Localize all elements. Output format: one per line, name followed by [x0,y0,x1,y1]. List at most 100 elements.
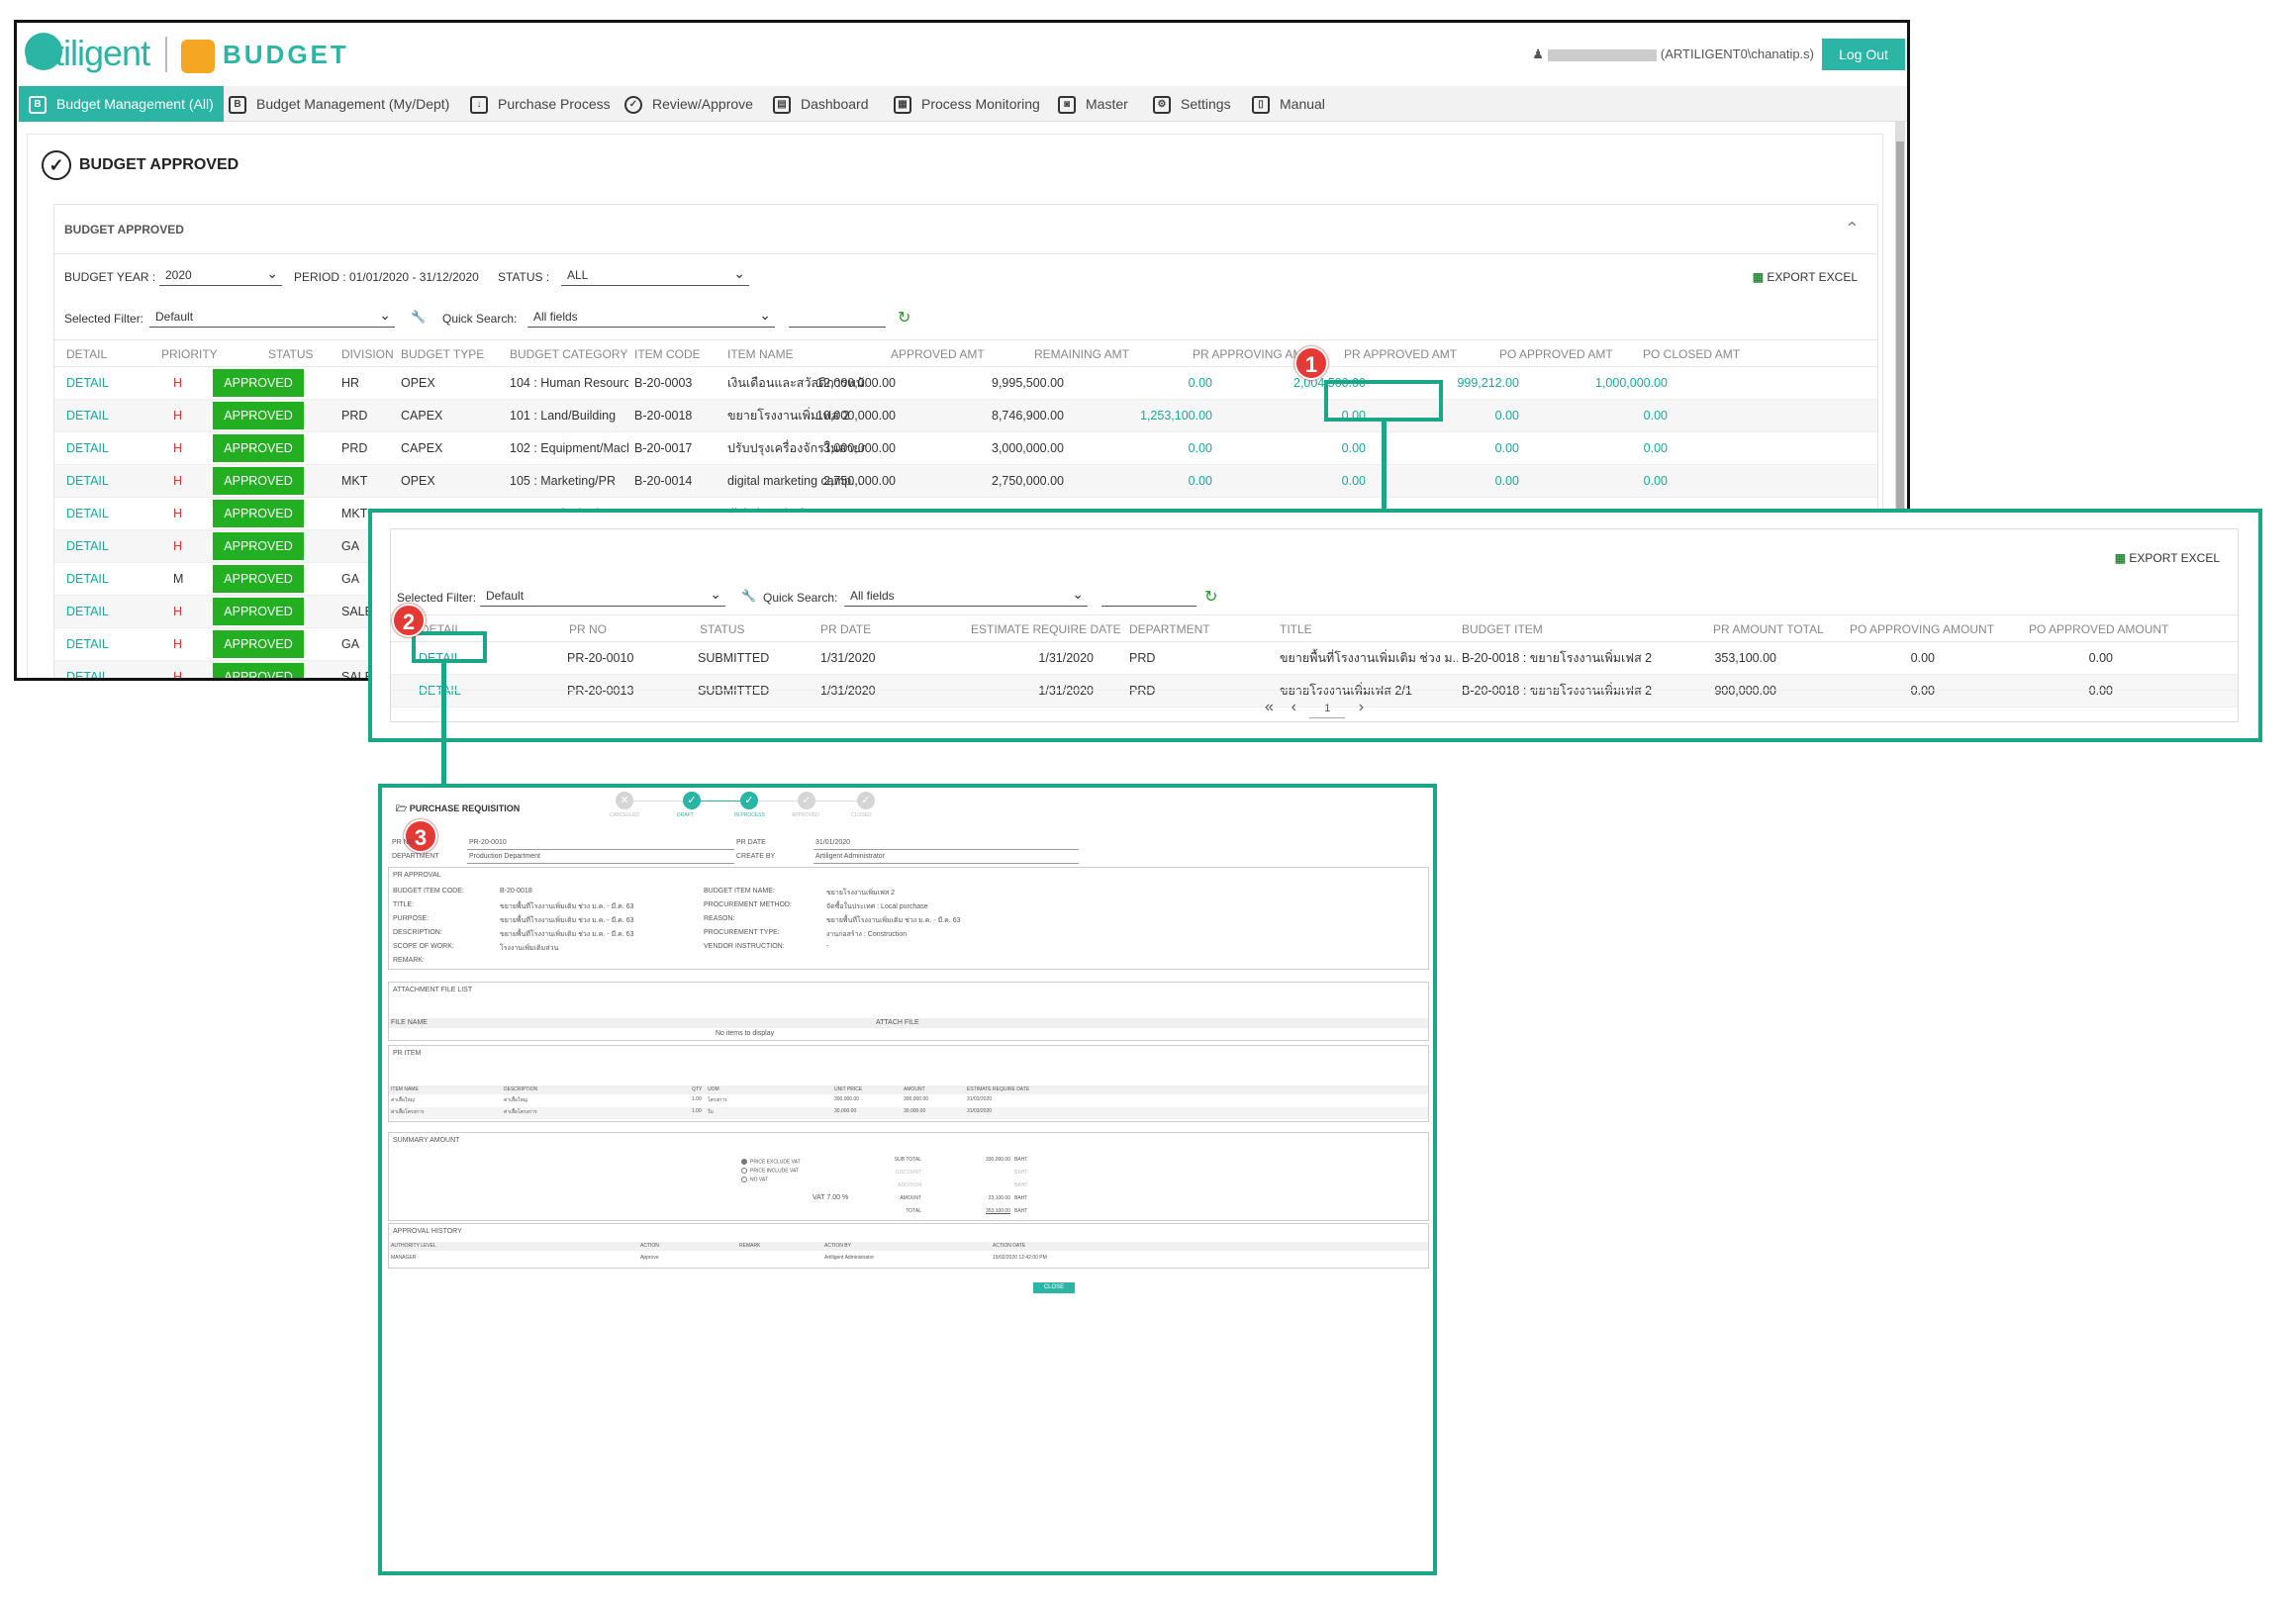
detail-link[interactable]: DETAIL [66,498,126,530]
budget-logo: BUDGET [181,37,349,74]
amount-link[interactable]: 0.00 [1247,465,1366,498]
pr-col-pr-date: PR DATE [820,622,872,636]
nav-manual[interactable]: ▯ Manual [1252,86,1325,122]
cell: B-20-0017 [634,441,693,455]
wrench-icon[interactable]: 🔧 [741,589,756,603]
excel-icon: ▦ [2114,551,2127,565]
budget-col-pr-approving-amt: PR APPROVING AMT [1193,347,1310,361]
summary-unit: BAHT [1014,1182,1028,1188]
first-page-icon[interactable]: « [1265,699,1274,715]
detail-link[interactable]: DETAIL [66,530,126,563]
amount-link[interactable]: 0.00 [1094,465,1212,498]
priority-cell: H [173,376,183,390]
pr-item-col: UOM [708,1086,719,1092]
next-page-icon[interactable]: › [1359,699,1364,715]
info-label: REMARK: [393,957,425,964]
nav-master[interactable]: ◙ Master [1058,86,1128,122]
status-badge: APPROVED [213,369,304,397]
amount-link[interactable]: 0.00 [1094,432,1212,465]
amount-link[interactable]: 1,000,000.00 [1549,367,1668,400]
info-label: REASON: [704,915,735,922]
amount-link[interactable]: 0.00 [1247,432,1366,465]
detail-link[interactable]: DETAIL [66,563,126,596]
nav-process-monitoring[interactable]: ▦ Process Monitoring [894,86,1040,122]
info-value: ขยายพื้นที่โรงงานเพิ่มเติม ช่วง ม.ค. - ม… [500,931,634,938]
page-number-input[interactable]: 1 [1309,700,1346,718]
status-select[interactable]: ALL ⌄ [561,265,749,286]
pr-export-excel-button[interactable]: ▦ EXPORT EXCEL [2115,551,2220,565]
detail-link[interactable]: DETAIL [66,596,126,628]
excel-icon: ▦ [1752,270,1765,284]
status-badge: APPROVED [213,565,304,593]
vat-option-radio[interactable]: PRICE EXCLUDE VAT [741,1159,801,1165]
amount-link[interactable]: 0.00 [1549,465,1668,498]
refresh-icon[interactable]: ↻ [1204,587,1217,607]
approval-history-title: APPROVAL HISTORY [393,1228,462,1235]
amount-link[interactable]: 0.00 [1549,432,1668,465]
pr-col-pr-no: PR NO [569,622,608,636]
pr-quick-search-field-select[interactable]: All fields ⌄ [844,586,1088,607]
amount-link[interactable]: 1,253,100.00 [1094,400,1212,432]
info-value: B-20-0018 [500,888,532,895]
cell: OPEX [401,376,435,390]
detail-link[interactable]: DETAIL [66,628,126,661]
department-value: Production Department [469,853,540,860]
amount-link[interactable]: 0.00 [1094,367,1212,400]
priority-cell: H [173,605,183,618]
detail-link[interactable]: DETAIL [66,367,126,400]
attach-col-file-name: FILE NAME [391,1019,428,1026]
page-title: ✓ BUDGET APPROVED [42,150,239,180]
nav-dashboard[interactable]: ▤ Dashboard [773,86,869,122]
cell: PR-20-0010 [567,651,634,665]
nav-budget-management-all[interactable]: B Budget Management (All) [19,86,224,122]
export-excel-button[interactable]: ▦ EXPORT EXCEL [1753,270,1858,284]
cell: B-20-0003 [634,376,693,390]
selected-filter-select[interactable]: Default ⌄ [149,307,395,328]
chevron-down-icon: ⌄ [266,265,278,281]
summary-unit: BAHT [1014,1157,1028,1163]
pr-item-cell: ค่าเสื้อโครงการ [391,1109,425,1115]
amount-link[interactable]: 0.00 [1400,432,1519,465]
amount-link[interactable]: 0.00 [1549,400,1668,432]
year-select[interactable]: 2020 ⌄ [159,265,282,286]
refresh-icon[interactable]: ↻ [898,308,910,328]
pr-table-header: DETAIL PR NO STATUS PR DATE ESTIMATE REQUIRE… [391,614,2238,642]
nav-budget-management-my[interactable]: B Budget Management (My/Dept) [229,86,449,122]
summary-unit: BAHT [1014,1170,1028,1176]
vat-option-radio[interactable]: PRICE INCLUDE VAT [741,1168,799,1174]
summary-label: AMOUNT [900,1195,921,1201]
nav-review-approve[interactable]: ✓ Review/Approve [624,86,753,122]
chevron-down-icon: ⌄ [733,265,745,281]
close-button[interactable]: CLOSE [1033,1282,1075,1293]
summary-value: 353,100.00 [985,1208,1010,1214]
detail-link[interactable]: DETAIL [66,465,126,498]
pr-item-cell: 30,000.00 [904,1108,926,1114]
amount-link[interactable]: 0.00 [1400,465,1519,498]
pr-selected-filter-select[interactable]: Default ⌄ [480,586,725,607]
wrench-icon[interactable]: 🔧 [411,310,426,324]
pr-col-status: STATUS [700,622,745,636]
amount-cell: 12,000,000.00 [816,376,896,390]
nav-purchase-process[interactable]: ↓ Purchase Process [470,86,611,122]
quick-search-field-select[interactable]: All fields ⌄ [527,307,775,328]
history-cell: 19/02/2020 12:42:00 PM [993,1255,1047,1261]
nav-settings[interactable]: ⚙ Settings [1153,86,1231,122]
detail-link[interactable]: DETAIL [66,661,126,678]
detail-link[interactable]: DETAIL [66,432,126,465]
collapse-chevron-icon[interactable]: ⌃ [1845,219,1860,239]
detail-link[interactable]: DETAIL [66,400,126,432]
table-row: DETAIL PR-20-0010 SUBMITTED 1/31/2020 1/31/2… [391,642,2238,675]
vat-option-label: NO VAT [750,1177,768,1183]
pr-quick-search-input[interactable] [1101,587,1196,607]
budget-col-budget-type: BUDGET TYPE [401,347,485,361]
prev-page-icon[interactable]: ‹ [1292,699,1296,715]
cell: PRD [1129,651,1156,665]
logout-button[interactable]: Log Out [1822,39,1905,70]
pr-item-col: UNIT PRICE [834,1086,863,1092]
quick-search-input[interactable] [789,308,886,328]
vat-option-radio[interactable]: NO VAT [741,1177,768,1182]
period-text: PERIOD : 01/01/2020 - 31/12/2020 [294,270,479,284]
chevron-down-icon: ⌄ [379,307,391,323]
pr-item-cell: 300,000.00 [834,1096,860,1102]
create-by-value: Artiligent Administrator [815,853,886,860]
